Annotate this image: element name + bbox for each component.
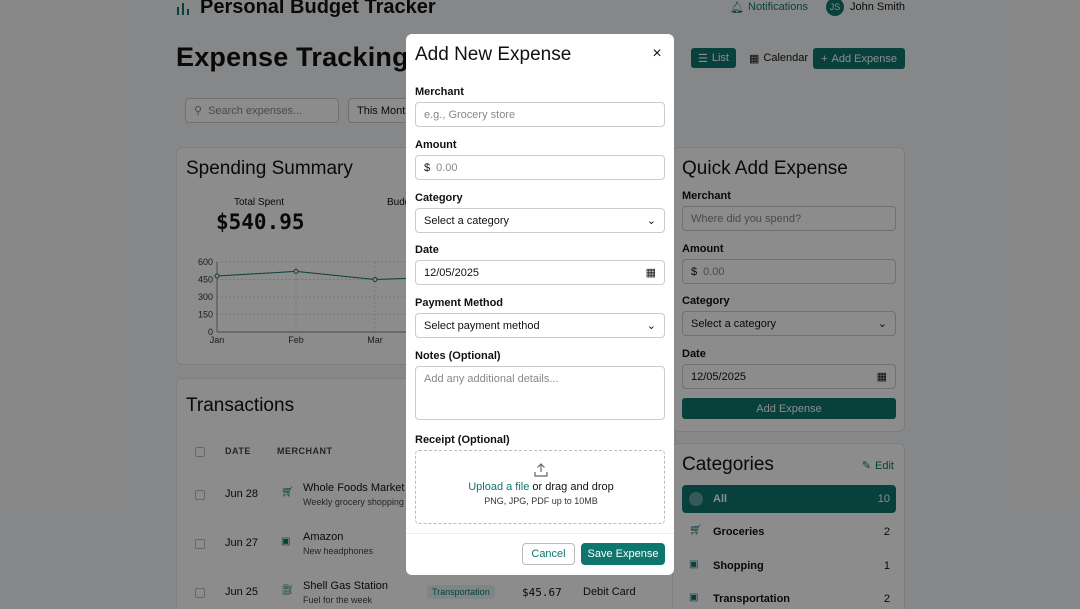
- notes-textarea[interactable]: Add any additional details...: [415, 366, 665, 420]
- payment-method-label: Payment Method: [415, 297, 504, 309]
- notes-placeholder: Add any additional details...: [424, 373, 559, 385]
- cancel-button[interactable]: Cancel: [522, 543, 575, 565]
- chevron-down-icon: ⌄: [646, 320, 656, 332]
- upload-hint: PNG, JPG, PDF up to 10MB: [484, 496, 598, 506]
- modal-title: Add New Expense: [415, 44, 572, 65]
- category-select[interactable]: Select a category ⌄: [415, 208, 665, 233]
- date-input[interactable]: 12/05/2025 ▦: [415, 260, 665, 285]
- category-value: Select a category: [424, 214, 509, 227]
- category-label: Category: [415, 192, 463, 204]
- amount-label: Amount: [415, 139, 457, 151]
- calendar-icon: ▦: [645, 267, 656, 279]
- amount-placeholder: 0.00: [436, 161, 458, 174]
- upload-rest: or drag and drop: [529, 481, 614, 493]
- payment-method-select[interactable]: Select payment method ⌄: [415, 313, 665, 338]
- receipt-dropzone[interactable]: Upload a file or drag and drop PNG, JPG,…: [415, 450, 665, 524]
- receipt-label: Receipt (Optional): [415, 434, 510, 446]
- chevron-down-icon: ⌄: [646, 215, 656, 227]
- add-expense-modal: Add New Expense × Merchant e.g., Grocery…: [406, 34, 674, 575]
- merchant-placeholder: e.g., Grocery store: [424, 108, 516, 121]
- save-expense-button[interactable]: Save Expense: [581, 543, 665, 565]
- date-value: 12/05/2025: [424, 266, 480, 279]
- upload-text: Upload a file or drag and drop: [416, 481, 666, 493]
- merchant-input[interactable]: e.g., Grocery store: [415, 102, 665, 127]
- amount-input[interactable]: $ 0.00: [415, 155, 665, 180]
- modal-footer: Cancel Save Expense: [406, 533, 674, 575]
- payment-method-value: Select payment method: [424, 319, 540, 332]
- dollar-prefix: $: [424, 161, 431, 174]
- notes-label: Notes (Optional): [415, 350, 501, 362]
- upload-icon: [534, 463, 548, 477]
- date-label: Date: [415, 244, 439, 256]
- merchant-label: Merchant: [415, 86, 464, 98]
- close-icon[interactable]: ×: [650, 46, 664, 62]
- modal-header: Add New Expense ×: [406, 34, 674, 74]
- upload-link[interactable]: Upload a file: [468, 481, 529, 493]
